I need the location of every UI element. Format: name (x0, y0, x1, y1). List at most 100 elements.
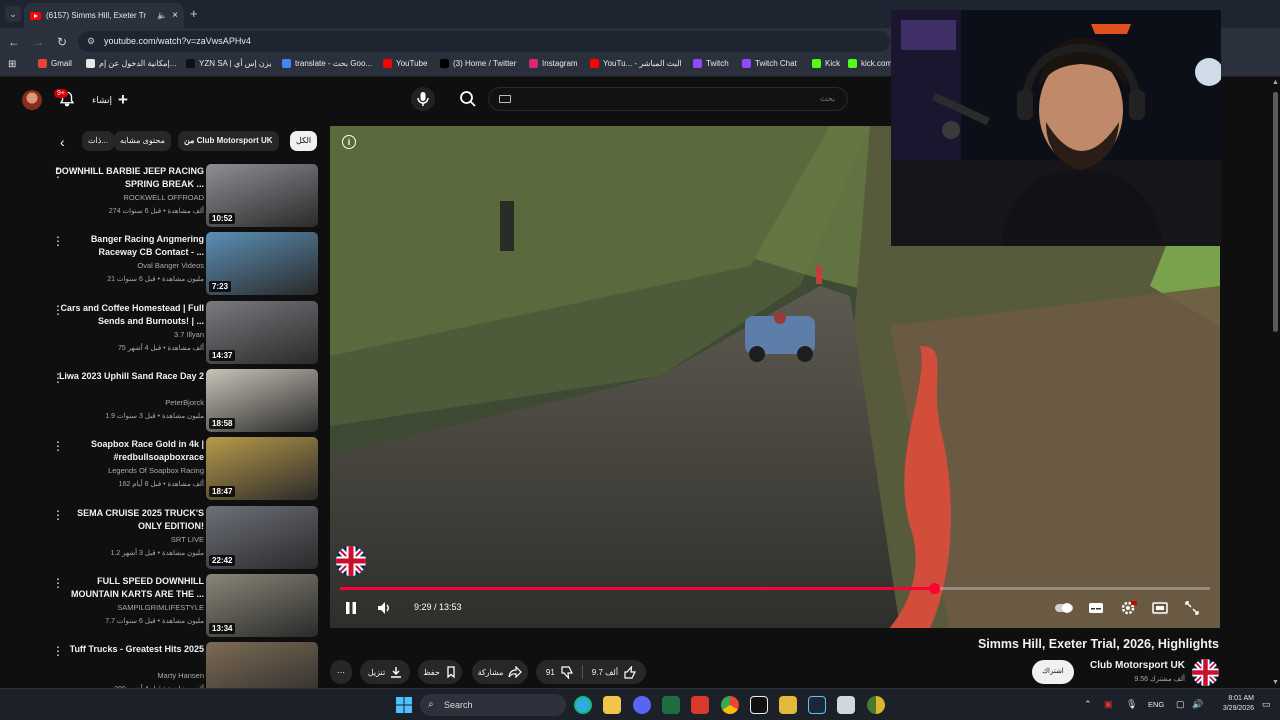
chip-related[interactable]: محتوى مشابه (114, 131, 171, 151)
notification-center-icon[interactable]: ▭ (1262, 699, 1271, 710)
settings-gear-icon[interactable] (1119, 600, 1137, 616)
save-button[interactable]: حفظ (418, 660, 462, 684)
channel-name[interactable]: Club Motorsport UK (1090, 660, 1185, 671)
obs-like-icon[interactable] (779, 696, 797, 714)
recommendation-thumbnail[interactable]: 14:37 (206, 300, 318, 364)
channel-avatar[interactable] (1192, 659, 1219, 686)
bookmark-item[interactable]: Gmail (38, 59, 72, 68)
page-scrollbar[interactable]: ▲ ▼ (1270, 77, 1280, 688)
recommendation-thumbnail[interactable]: 7:23 (206, 232, 318, 296)
tray-app-icon[interactable]: ▣ (1104, 699, 1113, 710)
recommendation-thumbnail[interactable]: 10:52 (206, 164, 318, 227)
keyboard-icon[interactable] (499, 95, 511, 103)
recommendation-channel[interactable]: 3.7 Illyan (54, 330, 204, 339)
recommendation-title[interactable]: FULL SPEED DOWNHILL MOUNTAIN KARTS ARE T… (54, 575, 204, 601)
volume-tray-icon[interactable]: 🔊 (1192, 699, 1203, 710)
recommendation-thumbnail[interactable]: 22:42 (206, 505, 318, 569)
chip-from-channel[interactable]: من Club Motorsport UK (178, 131, 279, 151)
recommendation-title[interactable]: Banger Racing Angmering Raceway CB Conta… (54, 233, 204, 259)
audio-playing-icon[interactable]: 🔈 (157, 11, 167, 20)
recommendation-thumbnail[interactable]: 18:58 (206, 368, 318, 432)
discord-icon[interactable] (633, 696, 651, 714)
bookmark-item[interactable]: YouTube (383, 59, 427, 68)
recommendation-item[interactable]: ⋮ DOWNHILL BARBIE JEEP RACING SPRING BREA… (46, 164, 320, 228)
network-icon[interactable]: ▢ (1176, 699, 1185, 710)
tray-overflow-chevron-icon[interactable]: ⌃ (1084, 699, 1092, 710)
search-icon[interactable] (456, 87, 480, 111)
capcut-icon[interactable] (750, 696, 768, 714)
account-avatar[interactable] (22, 90, 42, 110)
bookmark-item[interactable]: Kick (812, 59, 840, 68)
recommendation-channel[interactable]: SRT LIVE (54, 535, 204, 544)
recommendation-title[interactable]: Liwa 2023 Uphill Sand Race Day 2 (54, 370, 204, 383)
windows-start-icon[interactable] (396, 697, 412, 713)
bookmark-item[interactable]: (3) Home / Twitter (440, 59, 516, 68)
recommendation-item[interactable]: ⋮ Liwa 2023 Uphill Sand Race Day 2 PeterBj… (46, 368, 320, 433)
bookmark-item[interactable]: Twitch Chat (742, 59, 797, 68)
recommendation-item[interactable]: ⋮ FULL SPEED DOWNHILL MOUNTAIN KARTS ARE … (46, 573, 320, 638)
volume-icon[interactable] (376, 600, 392, 616)
forward-button[interactable]: → (30, 34, 46, 50)
dislike-thumb-icon[interactable] (560, 665, 573, 679)
recommendation-channel[interactable]: Marty Hansen (54, 671, 204, 680)
excel-icon[interactable] (662, 696, 680, 714)
new-tab-button[interactable]: + (190, 6, 198, 21)
like-thumb-icon[interactable] (623, 665, 637, 679)
tab-close-icon[interactable]: × (172, 10, 178, 21)
bookmark-item[interactable]: kick.com (848, 59, 892, 68)
back-button[interactable]: ← (6, 34, 22, 50)
bookmark-item[interactable]: translate - بحث Goo... (282, 59, 372, 68)
recommendation-channel[interactable]: Oval Banger Videos (54, 261, 204, 270)
autoplay-toggle[interactable] (1054, 600, 1073, 616)
recommendation-channel[interactable]: Legends Of Soapbox Racing (54, 466, 204, 475)
fullscreen-icon[interactable] (1183, 600, 1201, 616)
info-icon[interactable]: i (342, 135, 356, 149)
tab-search-button[interactable]: ⌄ (5, 6, 21, 22)
create-button[interactable]: إنشاء + (92, 90, 128, 110)
reload-button[interactable]: ↻ (54, 34, 70, 50)
steam-icon[interactable] (808, 696, 826, 714)
file-explorer-icon[interactable] (603, 696, 621, 714)
scroll-down-arrow-icon[interactable]: ▼ (1272, 679, 1279, 686)
bookmark-item[interactable]: إمكانية الدخول عن إم... (86, 59, 176, 68)
voice-search-mic-icon[interactable] (411, 87, 435, 111)
recommendation-item[interactable]: ⋮ SEMA CRUISE 2025 TRUCK'S ONLY EDITION! S… (46, 505, 320, 570)
bookmark-item[interactable]: Twitch (693, 59, 729, 68)
microphone-tray-icon[interactable]: 🎙 (1126, 699, 1137, 710)
clock[interactable]: 8:01 AM 3/29/2026 (1210, 694, 1254, 714)
recommendation-thumbnail[interactable]: 13:34 (206, 573, 318, 637)
scroll-up-arrow-icon[interactable]: ▲ (1272, 79, 1279, 86)
recommendation-title[interactable]: Soapbox Race Gold in 4k | #redbullsoapbo… (54, 438, 204, 464)
chip-all[interactable]: الكل (290, 131, 318, 151)
recommendation-item[interactable]: ⋮ Banger Racing Angmering Raceway CB Cont… (46, 232, 320, 296)
recommendation-item[interactable]: ⋮ Soapbox Race Gold in 4k | #redbullsoapb… (46, 437, 320, 501)
address-bar[interactable]: ⚙ youtube.com/watch?v=zaVwsAPHv4 (78, 31, 890, 52)
recommendation-title[interactable]: SEMA CRUISE 2025 TRUCK'S ONLY EDITION! (54, 507, 204, 533)
taskbar-search[interactable]: ⌕ Search (420, 694, 566, 716)
chrome-alt-icon[interactable] (867, 696, 885, 714)
recommendation-title[interactable]: Cars and Coffee Homestead | Full Sends a… (54, 302, 204, 328)
input-language[interactable]: ENG (1148, 700, 1164, 709)
search-input[interactable]: بحث (488, 87, 848, 111)
recommendation-channel[interactable]: ROCKWELL OFFROAD (54, 193, 204, 202)
edge-icon[interactable] (574, 696, 592, 714)
theater-mode-icon[interactable] (1151, 600, 1169, 616)
red-app-icon[interactable] (691, 696, 709, 714)
window-app-icon[interactable] (837, 696, 855, 714)
site-info-icon[interactable]: ⚙ (87, 31, 95, 52)
recommendation-title[interactable]: DOWNHILL BARBIE JEEP RACING SPRING BREAK… (54, 165, 204, 191)
recommendation-title[interactable]: Tuff Trucks - Greatest Hits 2025 (54, 643, 204, 656)
bookmark-item[interactable]: YZN SA | يزن إس أي (186, 59, 271, 68)
chrome-icon[interactable] (721, 696, 739, 714)
more-actions-button[interactable]: ⋯ (330, 660, 352, 684)
subscribe-button[interactable]: اشتراك (1032, 660, 1074, 684)
recommendation-item[interactable]: ⋮ Cars and Coffee Homestead | Full Sends … (46, 300, 320, 365)
chip-more[interactable]: ذات... (82, 131, 114, 151)
progress-bar[interactable] (340, 583, 1210, 594)
download-button[interactable]: تنزيل (360, 660, 410, 684)
share-button[interactable]: مشاركة (472, 660, 528, 684)
bookmark-item[interactable]: YouTu... - البث المباشر (590, 59, 682, 68)
subtitles-icon[interactable] (1087, 600, 1105, 616)
apps-icon[interactable]: ⊞ (8, 59, 16, 70)
browser-tab-active[interactable]: (6157) Simms Hill, Exeter Tr 🔈 × (24, 3, 184, 28)
